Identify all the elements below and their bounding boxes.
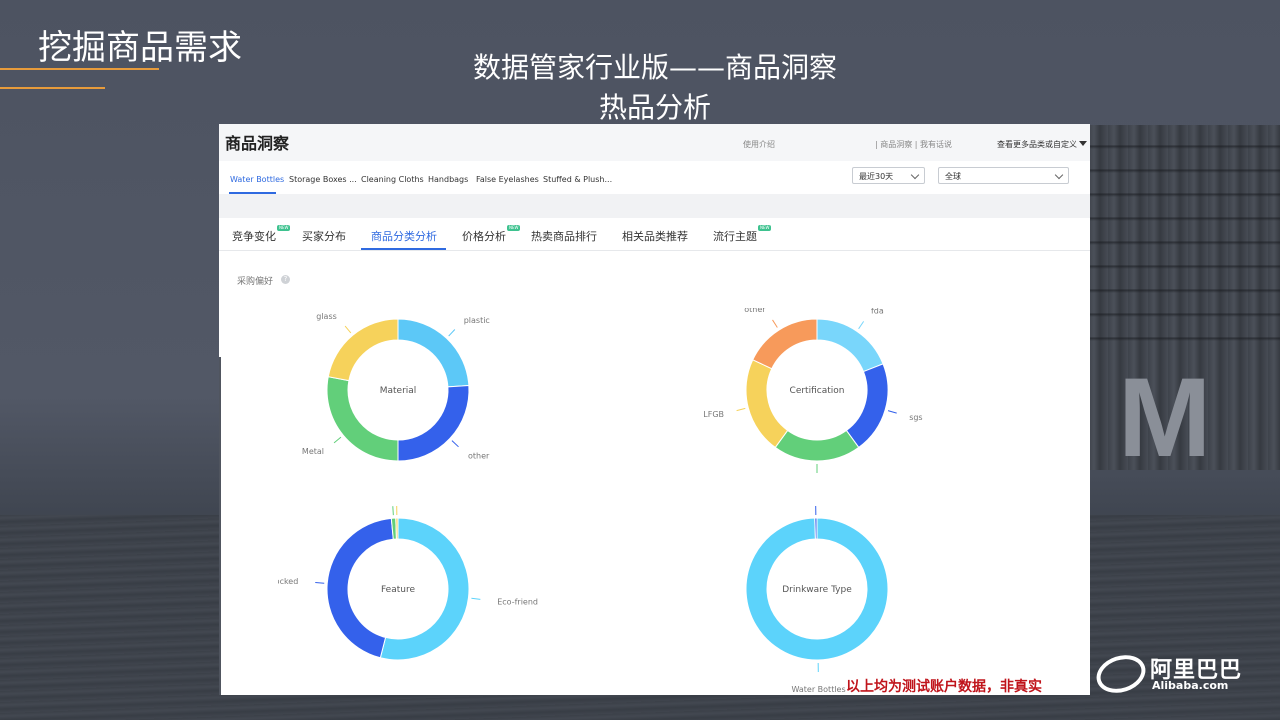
leader-line — [448, 329, 456, 337]
slice-label-glass: glass — [316, 312, 337, 321]
slice-label-water-bottles: Water Bottles — [791, 685, 845, 694]
analysis-tabs: 竞争变化 NEW 买家分布 商品分类分析 价格分析 NEW 热卖商品排行 相关品… — [219, 218, 1090, 251]
slide-headline: 挖掘商品需求 — [38, 28, 242, 68]
region-select[interactable]: 全球 — [938, 167, 1069, 184]
slice-lfgb[interactable] — [745, 359, 789, 449]
category-false-eyelashes[interactable]: False Eyelashes — [476, 175, 539, 184]
ship-hull-letter: M — [1118, 355, 1212, 480]
leader-line — [471, 597, 481, 600]
slice-other[interactable] — [752, 318, 818, 370]
period-select-value: 最近30天 — [859, 172, 894, 181]
panel-title: 商品洞察 — [225, 134, 290, 153]
help-circle-icon[interactable]: ? — [281, 275, 290, 284]
donut-center-label: Drinkware Type — [782, 585, 852, 595]
category-stuffed-plush[interactable]: Stuffed & Plush... — [543, 175, 612, 184]
leader-line — [772, 319, 778, 328]
tab-price-analysis[interactable]: 价格分析 NEW — [462, 225, 521, 244]
slice-label-sgs: sgs — [909, 413, 922, 422]
slice-sgs[interactable] — [845, 363, 889, 449]
period-select[interactable]: 最近30天 — [852, 167, 925, 184]
category-storage-boxes[interactable]: Storage Boxes ... — [289, 175, 357, 184]
slice-label-lfgb: LFGB — [703, 410, 724, 419]
leader-line — [333, 436, 342, 444]
category-handbags[interactable]: Handbags — [428, 175, 468, 184]
product-insight-screenshot: 商品洞察 使用介绍 | 商品洞察 | 我有话说 查看更多品类或自定义 Water… — [219, 124, 1090, 695]
tab-related-categories[interactable]: 相关品类推荐 — [622, 228, 688, 244]
new-badge: NEW — [758, 225, 772, 231]
slice-other[interactable] — [395, 517, 399, 540]
tab-active-underline — [361, 248, 446, 250]
leader-line — [858, 321, 865, 330]
leader-line — [315, 581, 325, 584]
panel-edge — [219, 357, 221, 695]
material-donut-chart: plastic other Metal glass Material — [302, 312, 490, 462]
slice-glass[interactable] — [327, 318, 399, 382]
chevron-down-icon — [910, 170, 920, 180]
tab-price-analysis-label: 价格分析 — [462, 230, 506, 243]
caret-down-icon[interactable] — [1079, 141, 1087, 146]
drinkware-type-donut-chart: Water BottlesCups & SaucersDrinkware Typ… — [745, 506, 889, 694]
tab-hot-products[interactable]: 热卖商品排行 — [531, 228, 597, 244]
tab-trending-topics-label: 流行主题 — [713, 230, 757, 243]
chevron-down-icon — [1054, 170, 1064, 180]
divider-band — [219, 194, 1090, 218]
background-ship-stripes — [1088, 125, 1280, 360]
tab-category-analysis[interactable]: 商品分类分析 — [371, 228, 437, 244]
section-label: 采购偏好 — [237, 277, 274, 287]
tab-competition[interactable]: 竞争变化 NEW — [232, 225, 291, 244]
more-categories-link[interactable]: 查看更多品类或自定义 — [997, 139, 1077, 150]
slice-cups-saucers[interactable] — [814, 517, 818, 540]
slice-label-fda: fda — [871, 308, 884, 316]
slide-subtitle: 数据管家行业版——商品洞察 热品分析 — [405, 48, 905, 128]
tab-trending-topics[interactable]: 流行主题 NEW — [713, 225, 772, 244]
tab-buyer-distribution[interactable]: 买家分布 — [302, 228, 346, 244]
donut-center-label: Feature — [381, 585, 415, 595]
panel-header: 商品洞察 使用介绍 | 商品洞察 | 我有话说 查看更多品类或自定义 — [219, 124, 1090, 161]
tab-competition-label: 竞争变化 — [232, 230, 276, 243]
slice-fda[interactable] — [816, 318, 884, 373]
leader-line — [392, 506, 394, 516]
donut-center-label: Certification — [790, 386, 845, 396]
slice-label-other: other — [468, 452, 490, 461]
leader-line — [736, 407, 746, 412]
feature-donut-chart: Eco-friendlyStockedFoldingotherFeature — [278, 506, 538, 661]
slice-label-metal: Metal — [302, 447, 324, 456]
new-badge: NEW — [277, 225, 291, 231]
slice-ce-eu[interactable] — [774, 429, 860, 462]
category-water-bottles[interactable]: Water Bottles — [230, 175, 284, 184]
subtitle-line-1: 数据管家行业版——商品洞察 — [472, 51, 837, 84]
leader-line — [887, 410, 897, 414]
leader-line — [451, 440, 459, 448]
slice-label-other: other — [744, 308, 766, 314]
subtitle-line-2: 热品分析 — [598, 91, 711, 124]
leader-line — [344, 325, 352, 334]
slice-label-eco-friendly: Eco-friendly — [497, 598, 538, 607]
slice-label-plastic: plastic — [464, 316, 490, 325]
new-badge: NEW — [507, 225, 521, 231]
certification-donut-chart: fdasgsCE / EULFGBotherCertification — [703, 308, 923, 473]
slice-label-stocked: Stocked — [278, 577, 298, 586]
accent-line-short — [0, 87, 105, 89]
help-link[interactable]: 使用介绍 — [743, 139, 775, 150]
category-cleaning-cloths[interactable]: Cleaning Cloths — [361, 175, 424, 184]
slice-other[interactable] — [397, 385, 470, 462]
slice-plastic[interactable] — [397, 318, 470, 388]
logo-english: Alibaba.com — [1152, 679, 1229, 692]
region-select-value: 全球 — [945, 172, 961, 181]
donut-center-label: Material — [380, 386, 417, 396]
test-data-disclaimer: 以上均为测试账户数据，非真实 — [846, 679, 1042, 695]
accent-line-long — [0, 68, 159, 70]
top-links[interactable]: | 商品洞察 | 我有话说 — [875, 139, 952, 150]
